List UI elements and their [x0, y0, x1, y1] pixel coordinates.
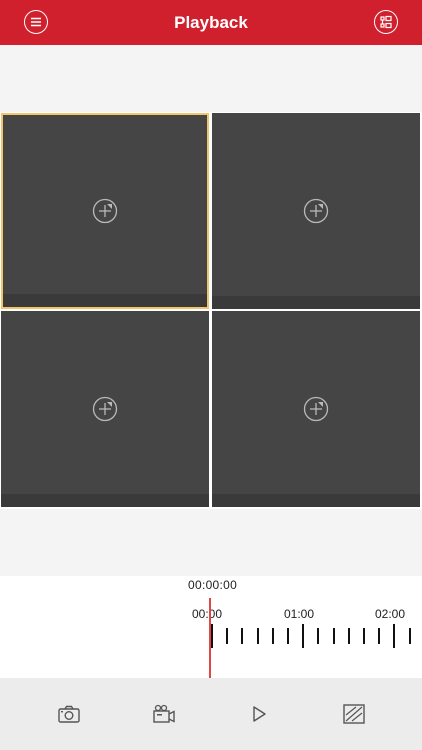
header-bar: Playback [0, 0, 422, 45]
timeline-tick [226, 628, 229, 644]
cell-footer [212, 494, 420, 507]
timeline-tick [241, 628, 244, 644]
screen-ratio-button[interactable] [342, 703, 366, 725]
record-video-icon [153, 704, 175, 723]
video-cell-2[interactable] [212, 113, 420, 309]
timeline-tick [347, 628, 350, 644]
video-cell-1[interactable] [1, 113, 209, 309]
time-label-2: 02:00 [375, 607, 406, 621]
playback-grid [0, 112, 422, 509]
timeline-tick [271, 628, 274, 644]
timeline-tick [378, 628, 381, 644]
screen-ratio-icon [343, 704, 365, 724]
cell-footer [1, 494, 209, 507]
timeline-tick [256, 628, 259, 644]
cell-footer [3, 294, 207, 307]
page-title: Playback [174, 13, 248, 32]
camera-snapshot-icon [58, 705, 80, 723]
bottom-toolbar [0, 678, 422, 750]
timeline-cursor[interactable] [209, 598, 211, 678]
video-cell-4[interactable] [212, 311, 420, 507]
play-icon [253, 706, 266, 722]
timeline-tick [332, 628, 335, 644]
video-cell-3[interactable] [1, 311, 209, 507]
play-button[interactable] [247, 703, 271, 725]
time-label-1: 01:00 [284, 607, 315, 621]
record-button[interactable] [152, 703, 176, 725]
cell-footer [212, 296, 420, 309]
timeline-tick [317, 628, 320, 644]
add-channel-icon[interactable] [303, 396, 329, 422]
time-label-0: 00:00 [192, 607, 223, 621]
timeline[interactable]: 00:00:00 00:00 01:00 02:00 [0, 576, 422, 678]
add-channel-icon[interactable] [303, 198, 329, 224]
timeline-tick [287, 628, 289, 644]
timeline-tick [211, 624, 213, 648]
channel-list-button[interactable] [374, 10, 398, 34]
timeline-tick [363, 628, 365, 644]
timeline-tick [408, 628, 411, 644]
current-time-label: 00:00:00 [188, 578, 238, 592]
timeline-tick [302, 624, 305, 648]
add-channel-icon[interactable] [92, 198, 118, 224]
timeline-tick [393, 624, 396, 648]
channel-list-icon [380, 15, 392, 29]
add-channel-icon[interactable] [92, 396, 118, 422]
snapshot-button[interactable] [57, 703, 81, 725]
